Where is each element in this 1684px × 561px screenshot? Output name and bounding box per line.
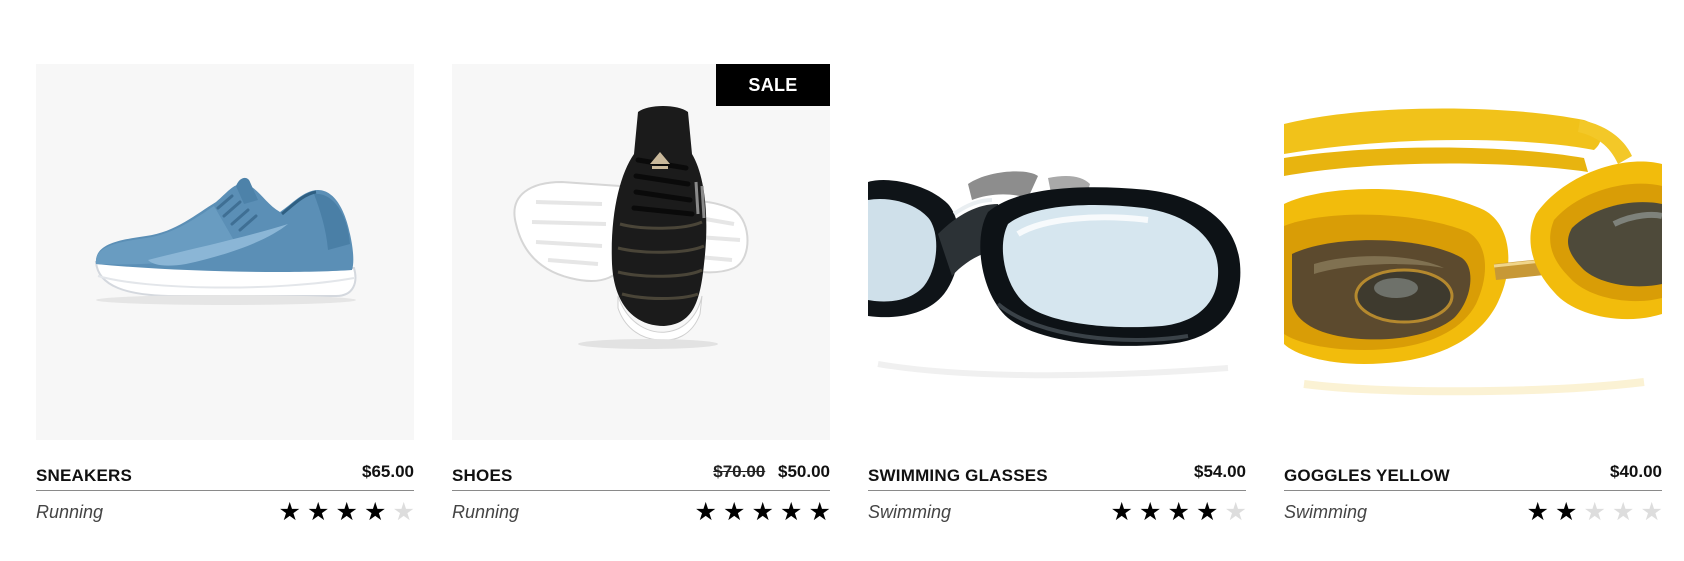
sale-badge: SALE: [716, 64, 830, 106]
rating-stars: ★ ★ ★ ★ ★: [1108, 495, 1251, 529]
product-meta-row: Swimming ★ ★ ★ ★ ★: [868, 494, 1247, 530]
product-category[interactable]: Running: [36, 502, 103, 523]
product-name[interactable]: SHOES: [452, 466, 513, 486]
product-category[interactable]: Swimming: [868, 502, 951, 523]
product-image-shoes[interactable]: SALE: [452, 64, 830, 440]
current-price: $40.00: [1610, 462, 1662, 481]
star-icon: ★: [1224, 497, 1247, 526]
product-image-goggles-yellow[interactable]: [1284, 64, 1662, 440]
product-meta-row: Running ★ ★ ★ ★ ★: [452, 494, 831, 530]
star-icon: ★: [278, 497, 301, 526]
price: $70.00 $50.00: [713, 462, 830, 482]
current-price: $54.00: [1194, 462, 1246, 481]
product-info-row: SWIMMING GLASSES $54.00: [868, 460, 1246, 491]
black-shoes-image: [513, 106, 749, 349]
price: $54.00: [1194, 462, 1246, 482]
product-info-row: SHOES $70.00 $50.00: [452, 460, 830, 491]
star-icon: ★: [392, 497, 415, 526]
product-category[interactable]: Running: [452, 502, 519, 523]
old-price: $70.00: [713, 462, 766, 481]
star-icon: ★: [364, 497, 387, 526]
product-info-row: GOGGLES YELLOW $40.00: [1284, 460, 1662, 491]
rating-stars: ★ ★ ★ ★ ★: [1524, 495, 1667, 529]
product-category[interactable]: Swimming: [1284, 502, 1367, 523]
star-icon: ★: [808, 497, 831, 526]
product-card-shoes[interactable]: SALE SHOES $70.00 $50.00 Running ★ ★ ★ ★…: [452, 64, 831, 534]
product-name[interactable]: SNEAKERS: [36, 466, 132, 486]
star-icon: ★: [1640, 497, 1663, 526]
star-icon: ★: [335, 497, 358, 526]
product-grid: SNEAKERS $65.00 Running ★ ★ ★ ★ ★ SALE S…: [36, 64, 1676, 534]
current-price: $50.00: [778, 462, 830, 481]
star-icon: ★: [1555, 497, 1578, 526]
product-name[interactable]: SWIMMING GLASSES: [868, 466, 1048, 486]
yellow-goggles-image: [1284, 108, 1662, 396]
star-icon: ★: [1583, 497, 1606, 526]
product-meta-row: Swimming ★ ★ ★ ★ ★: [1284, 494, 1663, 530]
product-card-swimming-glasses[interactable]: SWIMMING GLASSES $54.00 Swimming ★ ★ ★ ★ ★: [868, 64, 1247, 534]
product-info-row: SNEAKERS $65.00: [36, 460, 414, 491]
current-price: $65.00: [362, 462, 414, 481]
price: $65.00: [362, 462, 414, 482]
star-icon: ★: [1196, 497, 1219, 526]
star-icon: ★: [1612, 497, 1635, 526]
product-name[interactable]: GOGGLES YELLOW: [1284, 466, 1450, 486]
product-meta-row: Running ★ ★ ★ ★ ★: [36, 494, 415, 530]
star-icon: ★: [1110, 497, 1133, 526]
product-card-sneakers[interactable]: SNEAKERS $65.00 Running ★ ★ ★ ★ ★: [36, 64, 415, 534]
star-icon: ★: [1139, 497, 1162, 526]
product-image-sneakers[interactable]: [36, 64, 414, 440]
star-icon: ★: [723, 497, 746, 526]
product-card-goggles-yellow[interactable]: GOGGLES YELLOW $40.00 Swimming ★ ★ ★ ★ ★: [1284, 64, 1663, 534]
star-icon: ★: [780, 497, 803, 526]
rating-stars: ★ ★ ★ ★ ★: [276, 495, 419, 529]
star-icon: ★: [307, 497, 330, 526]
price: $40.00: [1610, 462, 1662, 482]
star-icon: ★: [694, 497, 717, 526]
product-image-swimming-glasses[interactable]: [868, 64, 1246, 440]
black-swim-goggles-image: [868, 171, 1246, 440]
blue-sneaker-image: [94, 177, 357, 305]
star-icon: ★: [1526, 497, 1549, 526]
star-icon: ★: [1167, 497, 1190, 526]
star-icon: ★: [751, 497, 774, 526]
rating-stars: ★ ★ ★ ★ ★: [692, 495, 835, 529]
